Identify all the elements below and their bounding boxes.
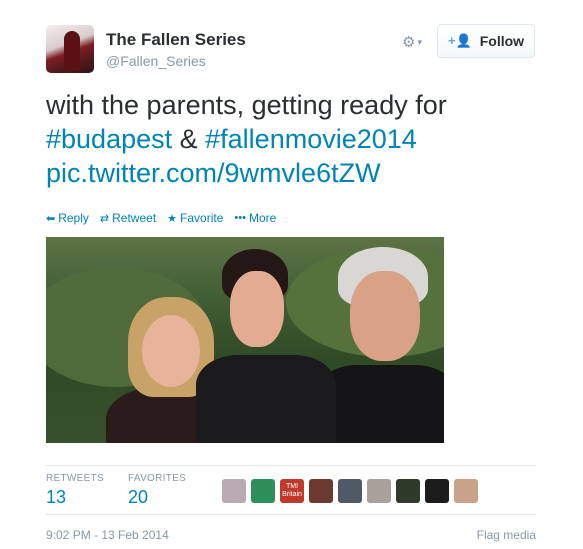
more-label: More [248, 211, 277, 225]
favoriter-avatar[interactable] [309, 479, 333, 503]
favorites-count[interactable]: 20 [128, 487, 186, 508]
tweet-text: with the parents, getting ready for #bud… [46, 88, 546, 190]
retweets-stat[interactable]: RETWEETS 13 [46, 473, 104, 508]
add-user-icon: +👤 [447, 33, 472, 48]
settings-menu[interactable]: ⚙ ▾ [402, 33, 422, 51]
favorites-stat[interactable]: FAVORITES 20 [128, 473, 186, 508]
tweet-text-part: & [172, 124, 206, 154]
retweet-icon: ⇄ [99, 212, 110, 225]
favorite-label: Favorite [180, 211, 224, 225]
favoriter-avatar[interactable] [396, 479, 420, 503]
retweets-label: RETWEETS [46, 473, 104, 484]
reply-icon: ⬅ [46, 212, 56, 225]
more-icon: ••• [234, 212, 246, 224]
star-icon: ★ [167, 212, 178, 225]
avatar-text: TMI Britain [282, 483, 302, 498]
retweets-count[interactable]: 13 [46, 487, 104, 508]
user-name[interactable]: The Fallen Series [106, 30, 246, 50]
favoriter-avatar[interactable] [425, 479, 449, 503]
reply-label: Reply [58, 211, 89, 225]
favoriter-avatars: TMI Britain [222, 479, 483, 503]
favoriter-avatar[interactable] [251, 479, 275, 503]
favoriter-avatar[interactable] [338, 479, 362, 503]
favorites-label: FAVORITES [128, 473, 187, 484]
hashtag-link[interactable]: #fallenmovie2014 [205, 124, 417, 154]
divider [46, 465, 536, 466]
tweet-actions: ⬅ Reply ⇄ Retweet ★ Favorite ••• More [46, 211, 287, 225]
media-link[interactable]: pic.twitter.com/9wmvle6tZW [46, 158, 381, 188]
retweet-label: Retweet [112, 211, 157, 225]
divider [46, 514, 536, 515]
follow-button[interactable]: +👤 Follow [437, 24, 535, 58]
gear-icon: ⚙ [402, 34, 416, 51]
favorite-action[interactable]: ★ Favorite [167, 211, 223, 225]
more-action[interactable]: ••• More [234, 211, 276, 225]
favoriter-avatar[interactable] [367, 479, 391, 503]
flag-media-link[interactable]: Flag media [477, 528, 536, 542]
retweet-action[interactable]: ⇄ Retweet [100, 211, 156, 225]
favoriter-avatar[interactable]: TMI Britain [280, 479, 304, 503]
tweet-text-part: with the parents, getting ready for [46, 90, 447, 120]
profile-avatar[interactable] [46, 25, 94, 73]
favoriter-avatar[interactable] [222, 479, 246, 503]
reply-action[interactable]: ⬅ Reply [46, 211, 89, 225]
user-handle[interactable]: @Fallen_Series [106, 53, 206, 69]
tweet-timestamp[interactable]: 9:02 PM - 13 Feb 2014 [46, 528, 169, 542]
chevron-down-icon: ▾ [417, 37, 422, 47]
hashtag-link[interactable]: #budapest [46, 124, 172, 154]
favoriter-avatar[interactable] [454, 479, 478, 503]
tweet-photo[interactable] [46, 237, 444, 443]
follow-label: Follow [479, 33, 525, 49]
